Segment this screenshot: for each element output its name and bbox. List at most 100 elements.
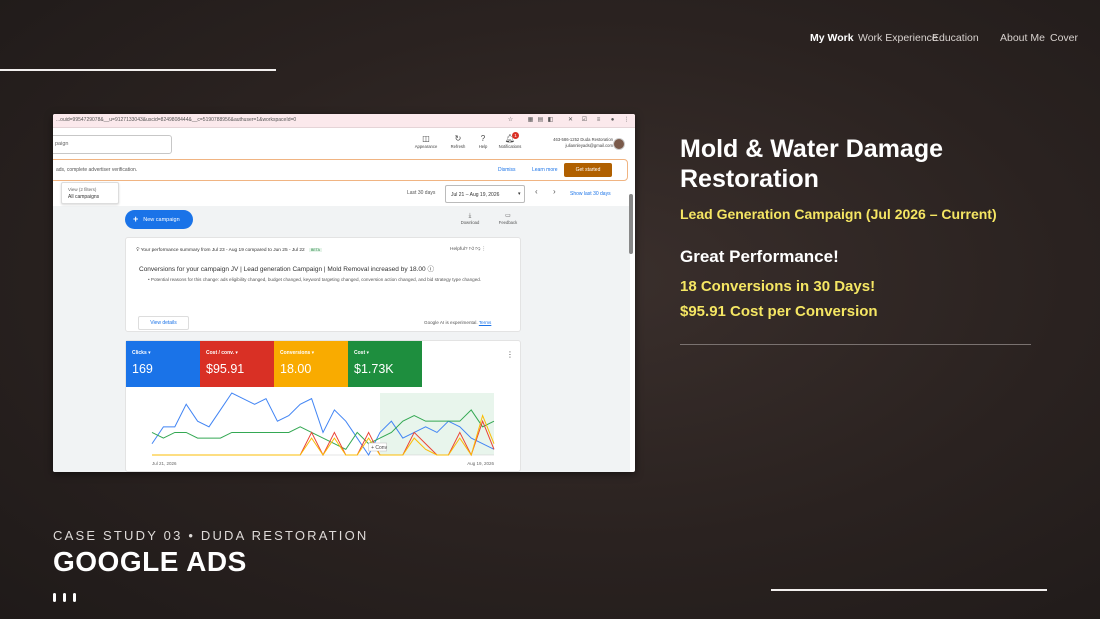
summary-header-text: Your performance summary from Jul 23 - A… [140,248,305,253]
url-text: ...ouid=9954729078&__u=9127133043&uscid=… [56,117,297,123]
notifications-button[interactable]: 🔔︎ 1 Notifications [495,132,525,149]
nav-work-experience[interactable]: Work Experience [858,33,938,44]
cross-icon: ✕ [567,117,574,123]
nav-about-me[interactable]: About Me [1000,33,1045,44]
search-placeholder: paign [55,141,69,147]
metric-cost[interactable]: Cost ▾ $1.73K [348,341,422,387]
divider-bottom-right [771,589,1047,591]
panel-divider [680,344,1031,345]
browser-url-bar: ...ouid=9954729078&__u=9127133043&uscid=… [53,114,635,128]
beta-badge: BETA [309,248,322,252]
helpful-feedback: Helpful? 👍︎ 👎︎ ⋮ [450,247,486,252]
scrollbar[interactable] [629,194,633,254]
helpful-label: Helpful? [450,247,468,252]
comparison-period-shading [380,393,494,455]
summary-bullet-text: Potential reasons for this change: ads e… [150,277,482,282]
nav-my-work[interactable]: My Work [810,33,854,44]
verification-banner: ads, complete advertiser verification. D… [53,159,628,181]
metric-value: $1.73K [354,362,394,376]
extension-icon: ▦ [527,117,534,123]
feedback-icon: ▭ [505,213,511,219]
slide-dot[interactable] [63,593,66,602]
feedback-button[interactable]: ▭ Feedback [493,212,523,225]
prev-period-icon[interactable]: ‹ [535,187,538,196]
terms-link[interactable]: Terms [479,320,492,325]
menu-icon: ≡ [596,117,601,123]
chart-more-icon[interactable]: ⋮ [506,350,514,359]
metric-clicks[interactable]: Clicks ▾ 169 [126,341,200,387]
ai-note: Google AI is experimental. Terms [424,320,491,325]
summary-header: 💡︎ Your performance summary from Jul 23 … [136,247,322,253]
thumbs-down-icon[interactable]: 👎︎ [475,247,480,252]
project-title: Mold & Water Damage Restoration [680,135,944,193]
case-study-title: GOOGLE ADS [53,546,247,577]
slide-dot[interactable] [53,593,56,602]
show-last-30-link[interactable]: Show last 30 days [570,191,611,197]
get-started-button[interactable]: Get started [564,163,612,177]
ads-app-header: paign ◫ Appearance ↻ Refresh ? Help 🔔︎ 1… [53,128,635,156]
nav-cover[interactable]: Cover [1050,33,1078,44]
metric-cost-per-conv[interactable]: Cost / conv. ▾ $95.91 [200,341,274,387]
nav-education[interactable]: Education [932,33,979,44]
conversions-stat: 18 Conversions in 30 Days! [680,278,876,295]
date-range-label: Last 30 days [407,190,436,196]
conv-annotation-label: + Conv [371,445,387,451]
metric-label: Cost / conv. ▾ [206,350,238,356]
project-subtitle: Lead Generation Campaign (Jul 2026 – Cur… [680,206,997,222]
download-icon: ⤓ [468,213,472,219]
divider-top-left [0,69,276,71]
summary-bullet: • Potential reasons for this change: ads… [148,277,482,282]
check-icon: ☑ [581,117,588,123]
filter-value: All campaigns [68,194,100,200]
thumbs-up-icon[interactable]: 👍︎ [469,247,474,252]
ai-note-text: Google AI is experimental. [424,320,478,325]
metrics-chart-card: Clicks ▾ 169 Cost / conv. ▾ $95.91 Conve… [125,340,521,472]
metric-label: Conversions ▾ [280,350,315,356]
metric-label: Clicks ▾ [132,350,151,356]
slide-dot[interactable] [73,593,76,602]
x-axis-end-label: Aug 19, 2026 [467,461,494,466]
google-ads-screenshot: ...ouid=9954729078&__u=9127133043&uscid=… [53,114,635,472]
view-details-button[interactable]: View details [138,316,189,330]
search-input[interactable]: paign [53,135,172,154]
metric-value: 18.00 [280,362,312,376]
download-label: Download [460,220,480,225]
new-campaign-label: New campaign [143,217,180,223]
cost-per-conversion-stat: $95.91 Cost per Conversion [680,303,878,320]
help-label: Help [478,144,488,149]
more-icon[interactable]: ⋮ [482,247,487,252]
filter-label: View (2 filters) [68,187,97,192]
next-period-icon[interactable]: › [553,187,556,196]
metric-value: 169 [132,362,153,376]
campaign-filter[interactable]: View (2 filters) All campaigns [61,182,119,204]
learn-more-link[interactable]: Learn more [532,167,558,173]
avatar[interactable] [613,138,625,150]
star-icon: ☆ [507,117,514,123]
performance-line-chart: + Conv Jul 21, 2026 Aug 19, 2026 [151,392,494,466]
appearance-icon: ◫ [422,134,430,143]
performance-heading: Great Performance! [680,247,839,266]
help-button[interactable]: ? Help [468,134,498,149]
bell-icon: 🔔︎ [504,134,516,143]
account-info[interactable]: 463-586-1252 Duda Restoration juliannley… [533,137,613,149]
banner-message: ads, complete advertiser verification. [56,167,138,173]
date-range-value: Jul 21 – Aug 19, 2026 [451,192,500,198]
help-icon: ? [480,134,486,143]
new-campaign-button[interactable]: + New campaign [125,210,193,229]
account-email: juliannleyads@gmail.com [565,143,613,148]
date-range-select[interactable]: Jul 21 – Aug 19, 2026 ▾ [445,185,525,203]
left-nav-strip [53,206,125,472]
appearance-button[interactable]: ◫ Appearance [411,134,441,149]
lightbulb-icon: 💡︎ [136,248,140,253]
download-button[interactable]: ⤓ Download [455,212,485,225]
plus-icon: + [133,214,139,224]
performance-summary-card: 💡︎ Your performance summary from Jul 23 … [125,237,521,332]
bookmark-icon: ▤ [537,117,544,123]
metric-conversions[interactable]: Conversions ▾ 18.00 [274,341,348,387]
x-axis-start-label: Jul 21, 2026 [152,461,177,466]
metric-value: $95.91 [206,362,245,376]
dismiss-link[interactable]: Dismiss [498,167,516,173]
top-nav: My Work Work Experience Education About … [0,33,1100,63]
case-study-eyebrow: CASE STUDY 03 • DUDA RESTORATION [53,528,369,543]
notifications-label: Notifications [498,144,522,149]
